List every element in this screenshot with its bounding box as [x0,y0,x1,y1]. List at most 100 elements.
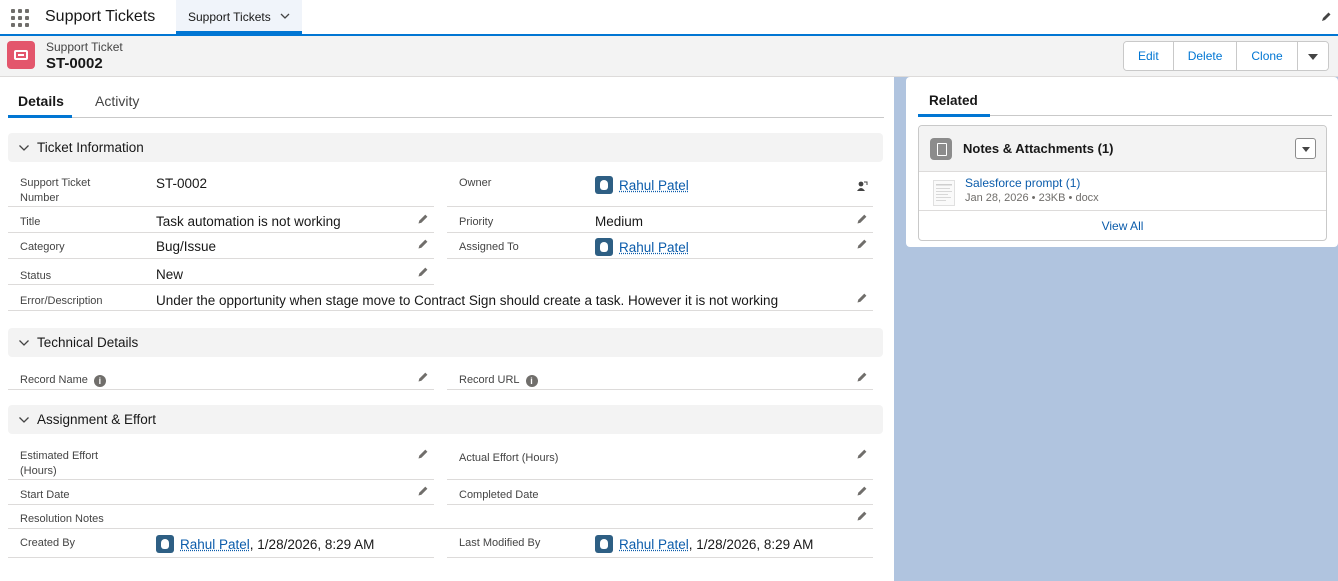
edit-pencil-icon[interactable] [856,213,868,225]
section-ticket-information[interactable]: Ticket Information [8,133,883,162]
ticket-icon [7,41,35,69]
field-label: Record URL [459,374,520,386]
tab-activity[interactable]: Activity [95,93,139,109]
last-modified-by-link[interactable]: Rahul Patel [619,537,689,552]
field-start-date: Start Date [8,480,434,505]
record-object-type: Support Ticket [46,40,123,54]
view-all-link[interactable]: View All [919,210,1326,240]
field-label: Assigned To [459,241,519,253]
chevron-down-icon [19,145,29,151]
active-tab-indicator [8,115,72,118]
record-header: Support Ticket ST-0002 Edit Delete Clone [0,36,1338,77]
edit-pencil-icon[interactable] [856,371,868,383]
created-date: , 1/28/2026, 8:29 AM [249,537,375,552]
field-label: Support Ticket Number [20,177,91,204]
tab-details[interactable]: Details [18,93,64,109]
nav-tab-label: Support Tickets [188,10,271,24]
edit-pencil-icon[interactable] [417,485,429,497]
edit-pencil-icon[interactable] [417,213,429,225]
field-label: Resolution Notes [20,513,104,525]
chevron-down-icon[interactable] [279,10,291,22]
section-technical-details[interactable]: Technical Details [8,328,883,357]
field-owner: Owner Rahul Patel [447,172,873,207]
card-title[interactable]: Notes & Attachments (1) [963,141,1113,156]
assigned-to-link[interactable]: Rahul Patel [619,240,689,255]
section-assignment-effort[interactable]: Assignment & Effort [8,405,883,434]
user-avatar-icon [595,176,613,194]
chevron-down-icon [19,340,29,346]
details-panel: Details Activity Ticket Information Supp… [0,77,894,581]
edit-pencil-icon[interactable] [417,371,429,383]
field-value: Bug/Issue [156,239,217,254]
edit-pencil-icon[interactable] [856,238,868,250]
field-assigned-to: Assigned To Rahul Patel [447,233,873,259]
edit-pencil-icon[interactable] [856,510,868,522]
field-label: Record Name [20,374,88,386]
edit-pencil-icon[interactable] [856,292,868,304]
field-value: Task automation is not working [156,214,341,229]
field-title: Title Task automation is not working [8,207,434,233]
nav-tab-support-tickets[interactable]: Support Tickets [176,0,302,34]
field-label: Category [20,241,65,253]
section-title: Assignment & Effort [37,412,157,427]
field-record-url: Record URL i [447,365,873,390]
field-label: Title [20,216,41,228]
created-by-link[interactable]: Rahul Patel [180,537,250,552]
field-label: Completed Date [459,489,539,501]
info-icon[interactable]: i [93,375,106,387]
user-avatar-icon [595,238,613,256]
record-actions: Edit Delete Clone [1123,41,1329,71]
chevron-down-icon [19,417,29,423]
field-last-modified-by: Last Modified By Rahul Patel, 1/28/2026,… [447,529,873,558]
field-label: Owner [459,177,492,189]
field-label: Error/Description [20,295,103,307]
field-value: Medium [595,214,644,229]
tab-related[interactable]: Related [929,93,978,108]
field-label: Estimated Effort (Hours) [20,450,99,477]
related-panel: Related Notes & Attachments (1) Salesfor… [906,77,1338,247]
edit-nav-pencil-icon[interactable] [1320,11,1332,23]
field-label: Created By [20,537,76,549]
global-nav: Support Tickets Support Tickets [0,0,1338,36]
field-label: Actual Effort (Hours) [459,452,559,464]
edit-button[interactable]: Edit [1124,42,1174,70]
last-modified-date: , 1/28/2026, 8:29 AM [688,537,814,552]
document-thumbnail-icon[interactable] [933,180,955,206]
field-value: ST-0002 [156,176,208,191]
change-owner-icon[interactable] [856,180,868,192]
file-link[interactable]: Salesforce prompt (1) [965,176,1080,190]
more-actions-dropdown-icon[interactable] [1297,42,1328,70]
field-label: Start Date [20,489,70,501]
field-support-ticket-number: Support Ticket Number ST-0002 [8,172,434,207]
field-value: New [156,267,184,282]
field-actual-effort: Actual Effort (Hours) [447,445,873,480]
delete-button[interactable]: Delete [1173,42,1238,70]
field-label: Priority [459,216,494,228]
field-category: Category Bug/Issue [8,233,434,259]
field-completed-date: Completed Date [447,480,873,505]
owner-link[interactable]: Rahul Patel [619,178,689,193]
field-label: Status [20,270,52,282]
clone-button[interactable]: Clone [1237,42,1298,70]
edit-pencil-icon[interactable] [417,238,429,250]
field-error-description: Error/Description Under the opportunity … [8,285,873,311]
field-label: Last Modified By [459,537,541,549]
file-meta: Jan 28, 2026 • 23KB • docx [965,192,1099,204]
card-actions-dropdown-icon[interactable] [1295,138,1316,159]
notes-attachments-icon [930,138,952,160]
field-status: Status New [8,259,434,285]
edit-pencil-icon[interactable] [856,448,868,460]
app-launcher-icon[interactable] [11,9,29,27]
app-name: Support Tickets [45,8,156,25]
edit-pencil-icon[interactable] [417,266,429,278]
active-tab-indicator [918,114,990,117]
edit-pencil-icon[interactable] [417,448,429,460]
user-avatar-icon [156,535,174,553]
edit-pencil-icon[interactable] [856,485,868,497]
info-icon[interactable]: i [525,375,538,387]
field-record-name: Record Name i [8,365,434,390]
field-priority: Priority Medium [447,207,873,233]
field-resolution-notes: Resolution Notes [8,505,873,529]
section-title: Ticket Information [37,140,144,155]
field-value: Under the opportunity when stage move to… [156,293,779,308]
